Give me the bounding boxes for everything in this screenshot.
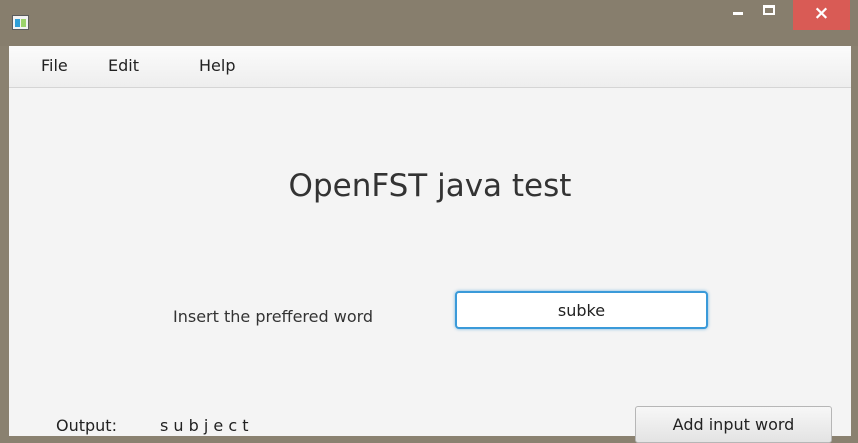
window-client-area: File Edit Help OpenFST java test Insert … [9,46,851,443]
output-label: Output: [56,416,117,435]
menu-file[interactable]: File [41,54,68,78]
maximize-icon [763,5,775,15]
add-input-word-button[interactable]: Add input word [635,406,832,443]
window-titlebar[interactable]: × [0,0,858,46]
application-window: × File Edit Help OpenFST java test Inser… [0,0,858,443]
close-icon: × [813,2,830,24]
menu-edit[interactable]: Edit [108,54,139,78]
close-button[interactable]: × [793,0,850,30]
minimize-button[interactable] [722,0,753,24]
main-panel: OpenFST java test Insert the preffered w… [9,88,851,443]
minimize-icon [733,12,743,15]
maximize-button[interactable] [753,0,785,24]
menu-help[interactable]: Help [199,54,235,78]
word-input-label: Insert the preffered word [173,307,374,326]
word-input[interactable] [455,291,708,329]
output-value: s u b j e c t [160,416,249,435]
app-icon [12,15,29,30]
menu-bar: File Edit Help [9,46,851,88]
page-title: OpenFST java test [288,168,572,204]
